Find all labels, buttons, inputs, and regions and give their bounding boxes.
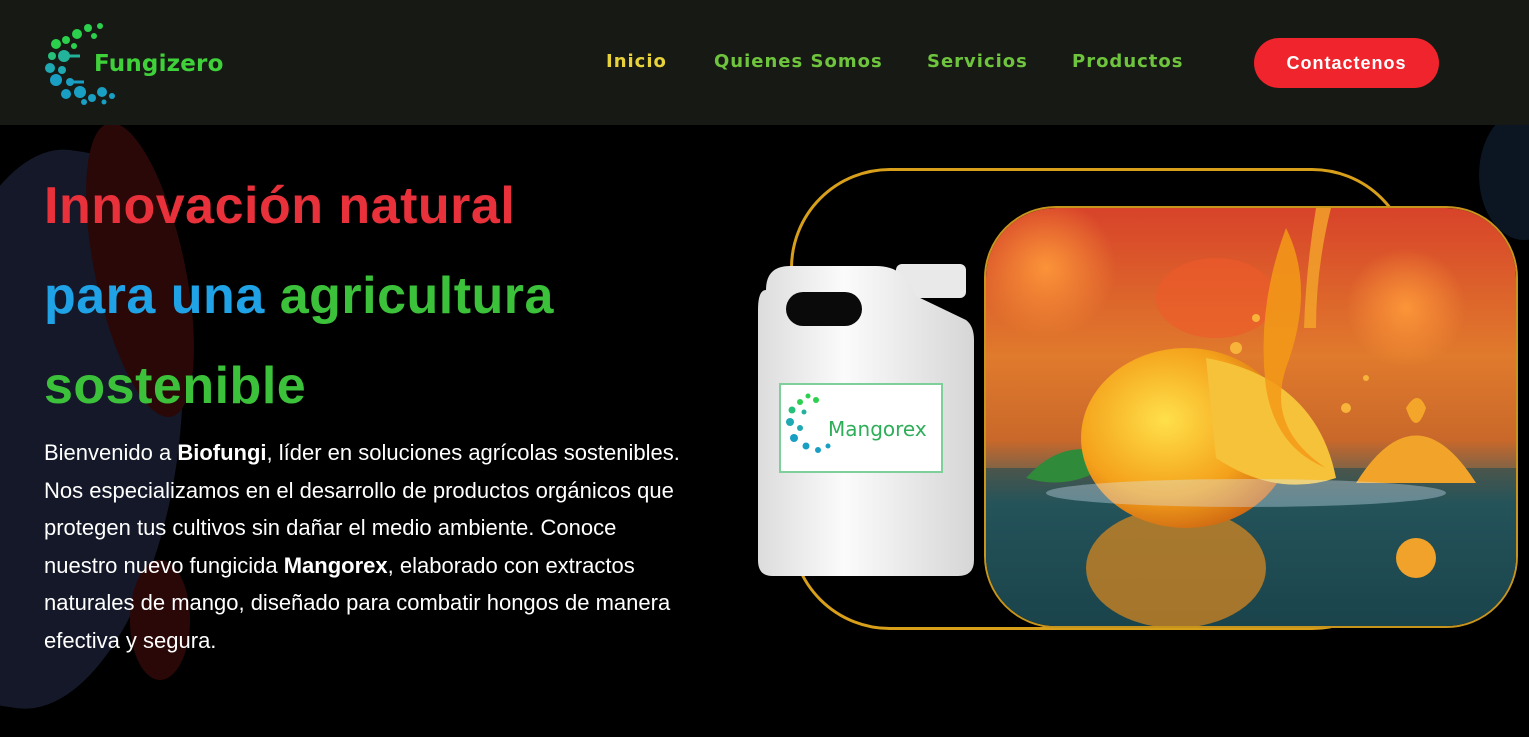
hero-description-part-1: Bienvenido a xyxy=(44,440,178,465)
jug-illustration: Mangorex xyxy=(758,264,974,576)
contact-button[interactable]: Contactenos xyxy=(1254,38,1439,88)
hero-title-word-agricultura: agricultura xyxy=(279,267,554,325)
brand-name: Fungizero xyxy=(94,51,224,77)
mango-splash-illustration xyxy=(986,208,1516,626)
hero-title-word-para: para xyxy=(44,267,156,325)
hero-description-product: Mangorex xyxy=(283,552,388,578)
mango-splash-image xyxy=(984,206,1518,628)
mangorex-jug: Mangorex xyxy=(756,260,978,580)
jug-label-text: Mangorex xyxy=(828,417,927,441)
hero-title-line-3: sostenible xyxy=(44,357,307,415)
hero-title-line-1: Innovación natural xyxy=(44,177,516,235)
hero-description: Bienvenido a Biofungi, líder en solucion… xyxy=(44,434,684,659)
brand-logo[interactable]: Fungizero xyxy=(44,20,244,106)
nav-item-inicio[interactable]: Inicio xyxy=(606,51,667,72)
site-header: Fungizero Inicio Quienes Somos Servicios… xyxy=(0,0,1529,125)
product-visual: Mangorex xyxy=(750,160,1529,640)
hero-description-brand: Biofungi xyxy=(177,440,267,465)
nav-item-productos[interactable]: Productos xyxy=(1072,51,1184,72)
nav-item-servicios[interactable]: Servicios xyxy=(927,51,1028,72)
hero-title-line-2: para una agricultura xyxy=(44,266,554,326)
nav-item-quienes-somos[interactable]: Quienes Somos xyxy=(714,51,883,72)
hero-title-word-una: una xyxy=(170,267,265,325)
